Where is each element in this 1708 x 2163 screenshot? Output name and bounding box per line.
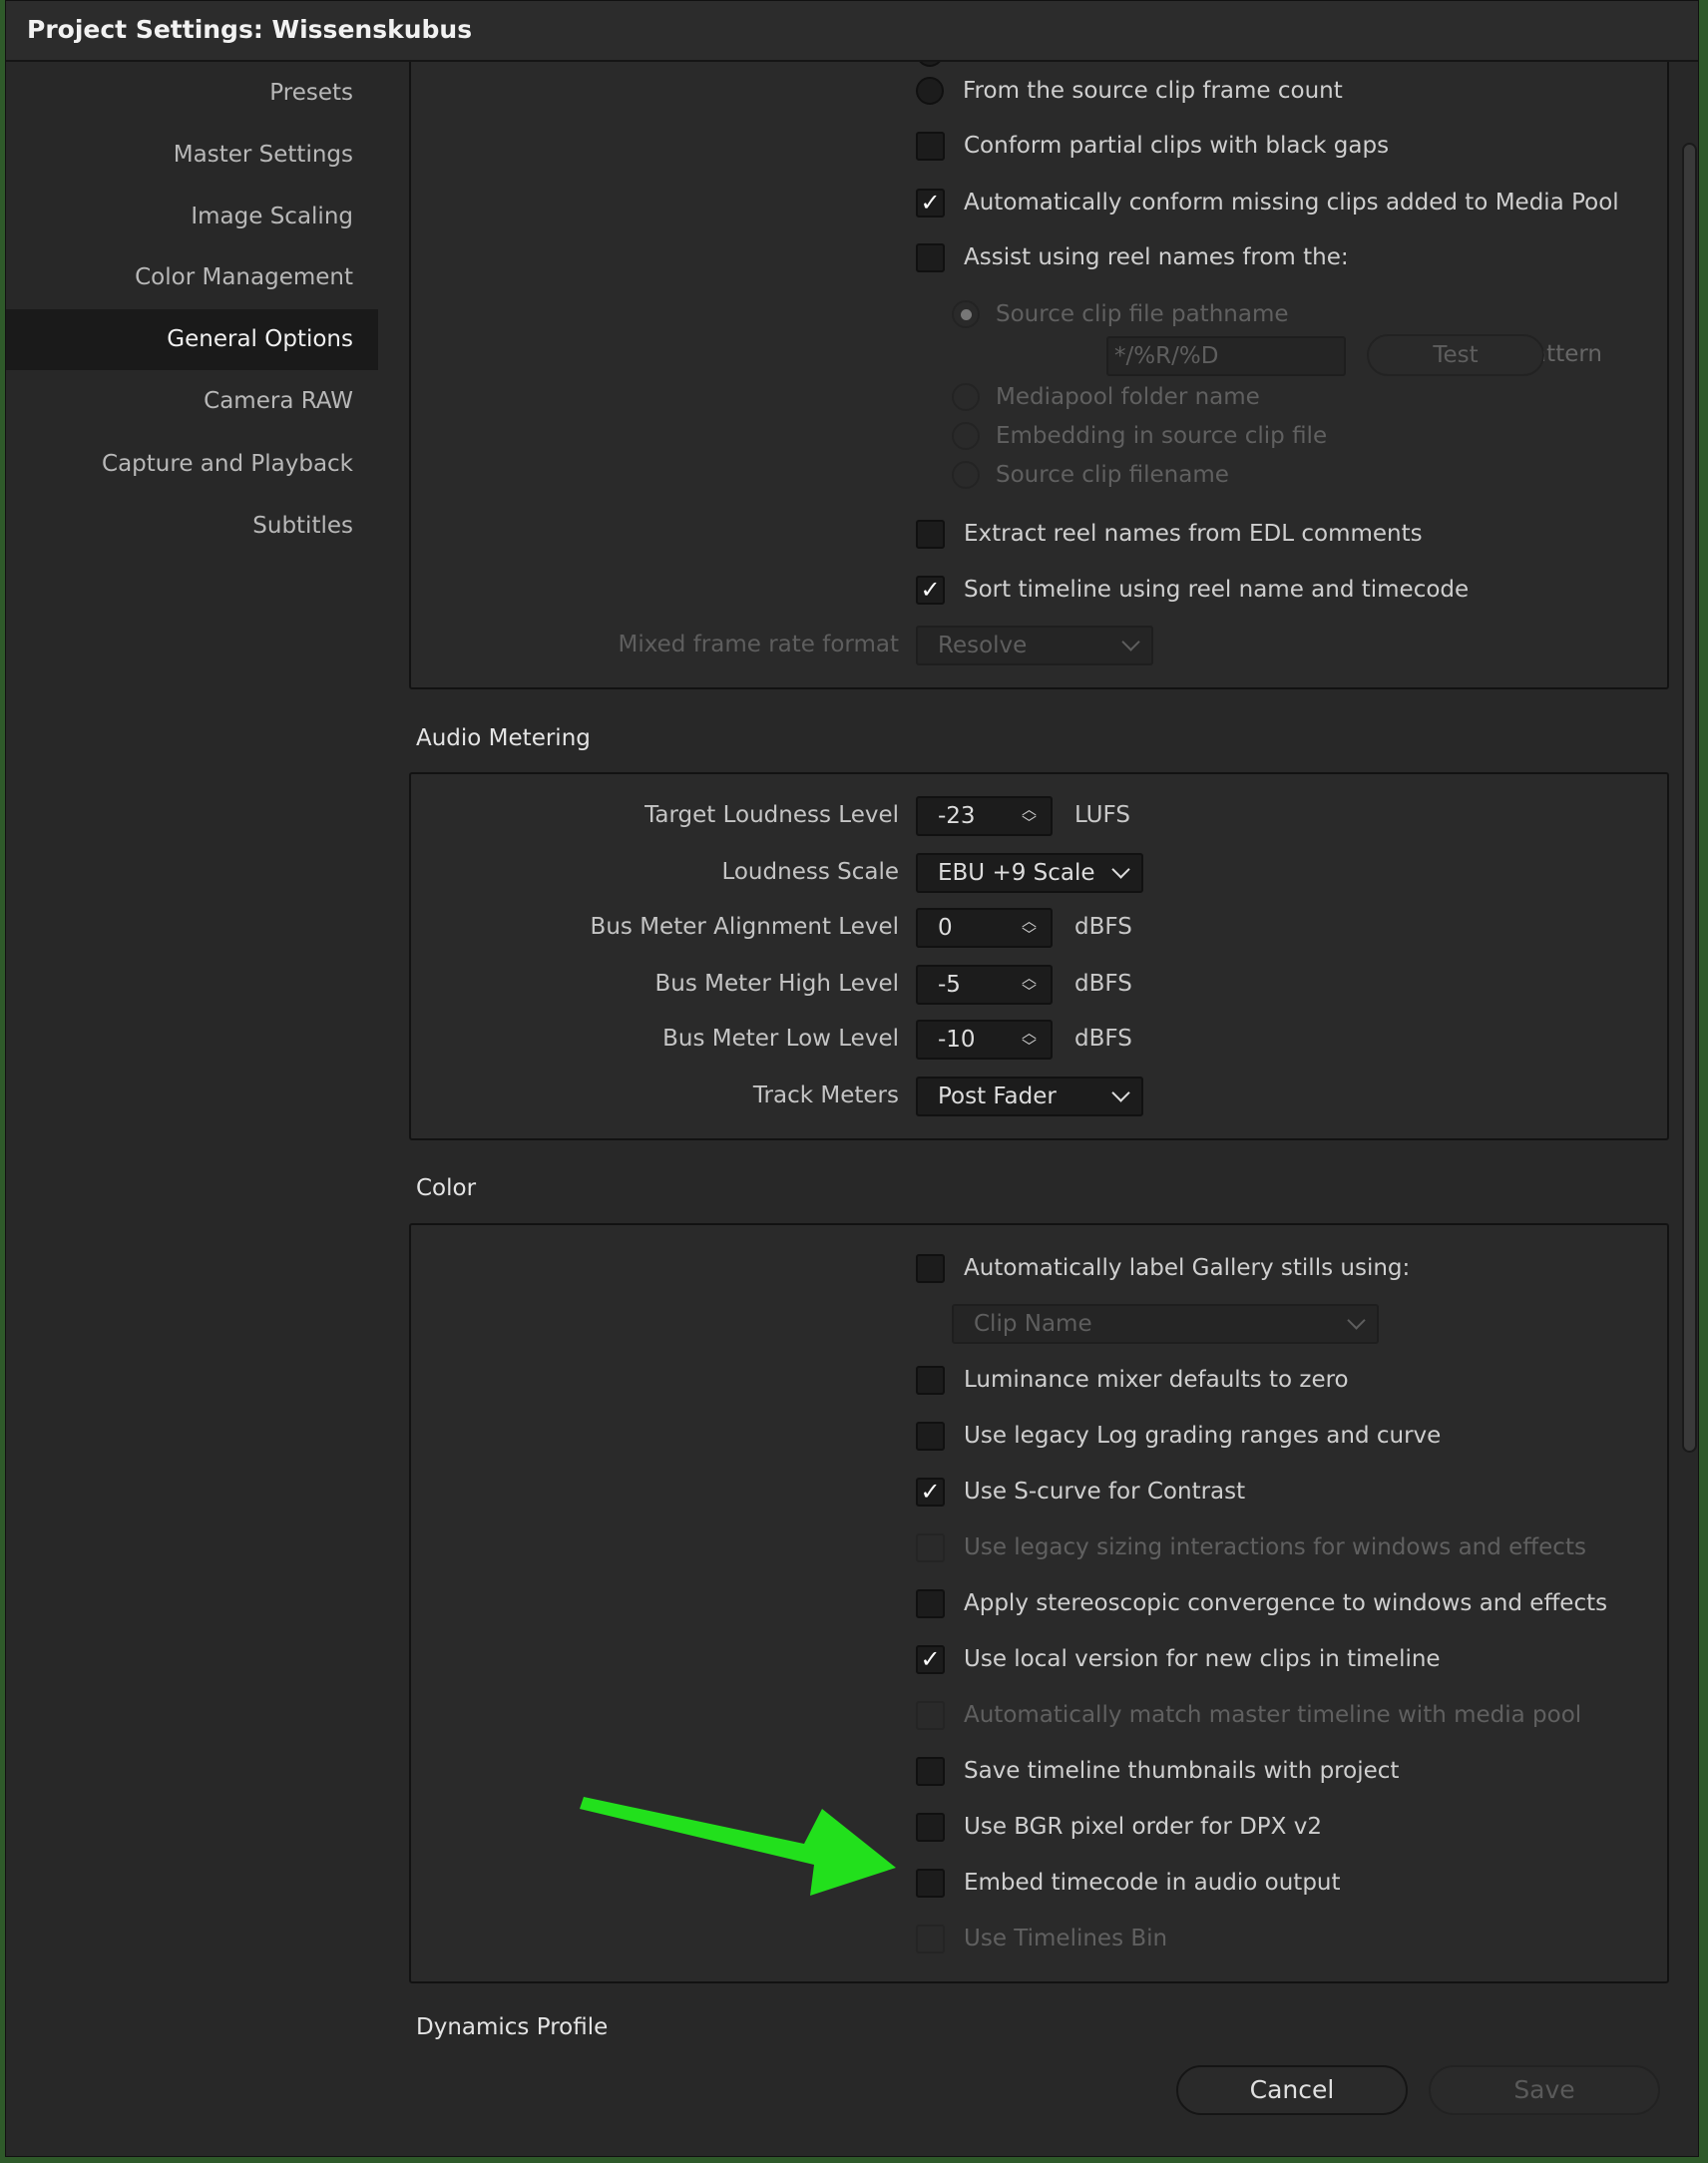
window-title: Project Settings: Wissenskubus: [27, 15, 473, 44]
project-settings-dialog: Project Settings: Wissenskubus Presets Ma…: [5, 0, 1699, 2157]
green-arrow-icon: [580, 1797, 896, 1896]
title-bar: Project Settings: Wissenskubus: [6, 1, 1698, 62]
annotation-arrow: [580, 1797, 896, 1896]
